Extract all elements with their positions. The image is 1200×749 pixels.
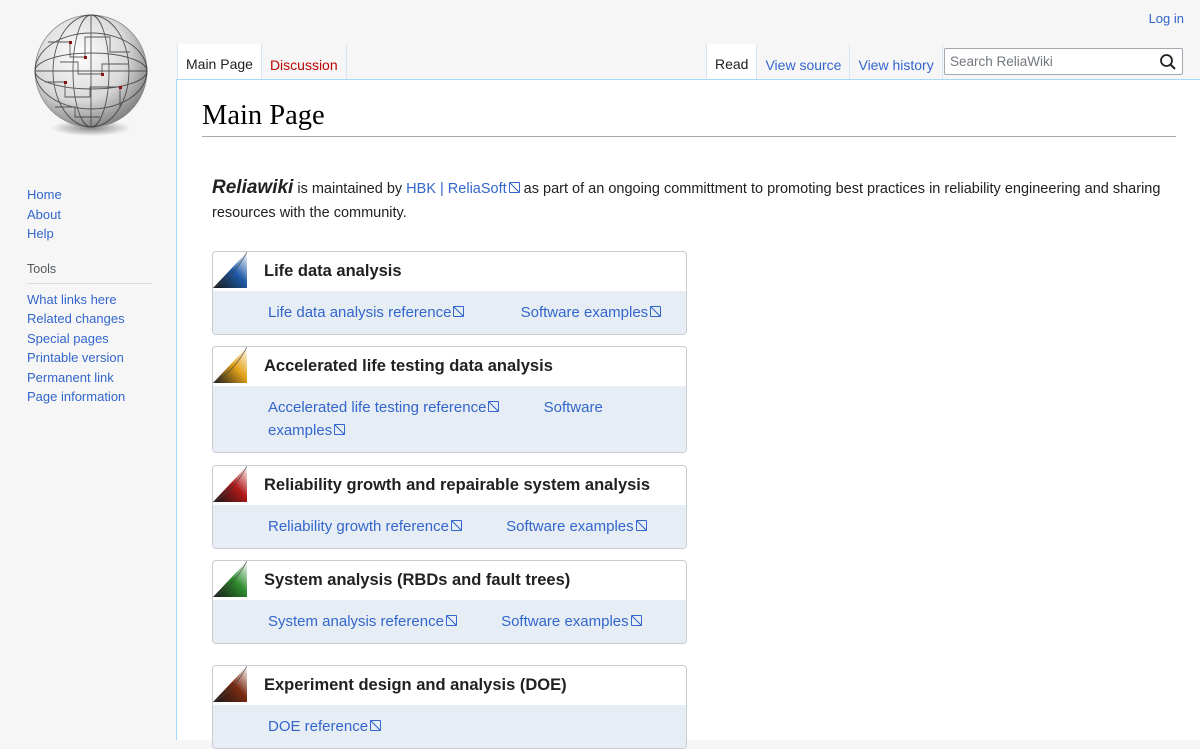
section-box-doe: Experiment design and analysis (DOE) DOE… [212,665,687,749]
reliability-growth-corner-icon [213,466,248,503]
reliability-growth-reference-link[interactable]: Reliability growth reference [268,518,462,535]
section-links: Accelerated life testing reference Softw… [213,386,686,452]
alt-corner-icon [213,347,248,384]
reliability-growth-software-examples-link[interactable]: Software examples [506,518,647,535]
sidebar-item-what-links-here[interactable]: What links here [27,290,152,310]
life-data-reference-link[interactable]: Life data analysis reference [268,304,464,321]
section-links: System analysis reference Software examp… [213,600,686,643]
section-box-system-analysis: System analysis (RBDs and fault trees) S… [212,560,687,644]
section-box-alt: Accelerated life testing data analysis A… [212,346,687,453]
sidebar-item-home[interactable]: Home [27,185,62,205]
alt-reference-link[interactable]: Accelerated life testing reference [268,399,499,416]
system-analysis-reference-link[interactable]: System analysis reference [268,613,457,630]
tools-heading: Tools [27,260,152,284]
tab-read[interactable]: Read [706,44,757,79]
sidebar-item-permanent-link[interactable]: Permanent link [27,368,152,388]
doe-corner-icon [213,666,248,703]
sidebar-item-related-changes[interactable]: Related changes [27,309,152,329]
content-area: Main Page Reliawiki is maintained by HBK… [176,79,1200,749]
namespace-tabs: Main Page Discussion [177,44,347,80]
tab-view-history[interactable]: View history [849,44,943,79]
section-title: Life data analysis [264,262,402,280]
reliawiki-logo[interactable] [30,12,152,138]
system-analysis-software-examples-link[interactable]: Software examples [501,613,642,630]
doe-reference-link[interactable]: DOE reference [268,718,381,735]
system-analysis-corner-icon [213,561,248,598]
section-title: Experiment design and analysis (DOE) [264,676,567,694]
section-title: System analysis (RBDs and fault trees) [264,571,571,589]
sidebar-item-about[interactable]: About [27,205,62,225]
login-link[interactable]: Log in [1149,11,1184,26]
section-box-reliability-growth: Reliability growth and repairable system… [212,465,687,549]
page-title: Main Page [202,100,1176,137]
sidebar-tools: Tools What links here Related changes Sp… [27,260,152,407]
section-title: Reliability growth and repairable system… [264,476,651,494]
brand-name: Reliawiki [212,177,294,198]
sidebar-item-special-pages[interactable]: Special pages [27,329,152,349]
tab-discussion[interactable]: Discussion [260,44,347,79]
section-title: Accelerated life testing data analysis [264,357,553,375]
search-box [944,48,1183,75]
life-data-software-examples-link[interactable]: Software examples [521,304,662,321]
section-links: DOE reference [213,705,686,748]
sidebar-navigation: Home About Help [27,185,62,244]
section-links: Life data analysis reference Software ex… [213,291,686,334]
hbk-reliasoft-link[interactable]: HBK | ReliaSoft [406,181,519,197]
search-input[interactable] [945,49,1155,74]
section-links: Reliability growth reference Software ex… [213,505,686,548]
tab-view-source[interactable]: View source [756,44,850,79]
view-tabs: Read View source View history [706,44,943,80]
search-icon[interactable] [1159,53,1177,71]
sidebar-item-help[interactable]: Help [27,224,62,244]
life-data-corner-icon [213,252,248,289]
section-box-life-data: Life data analysis Life data analysis re… [212,251,687,335]
intro-paragraph: Reliawiki is maintained by HBK | ReliaSo… [212,176,1172,225]
intro-text: is maintained by [293,181,407,197]
sidebar-item-printable-version[interactable]: Printable version [27,348,152,368]
sidebar-item-page-information[interactable]: Page information [27,387,152,407]
tab-main-page[interactable]: Main Page [177,44,261,79]
